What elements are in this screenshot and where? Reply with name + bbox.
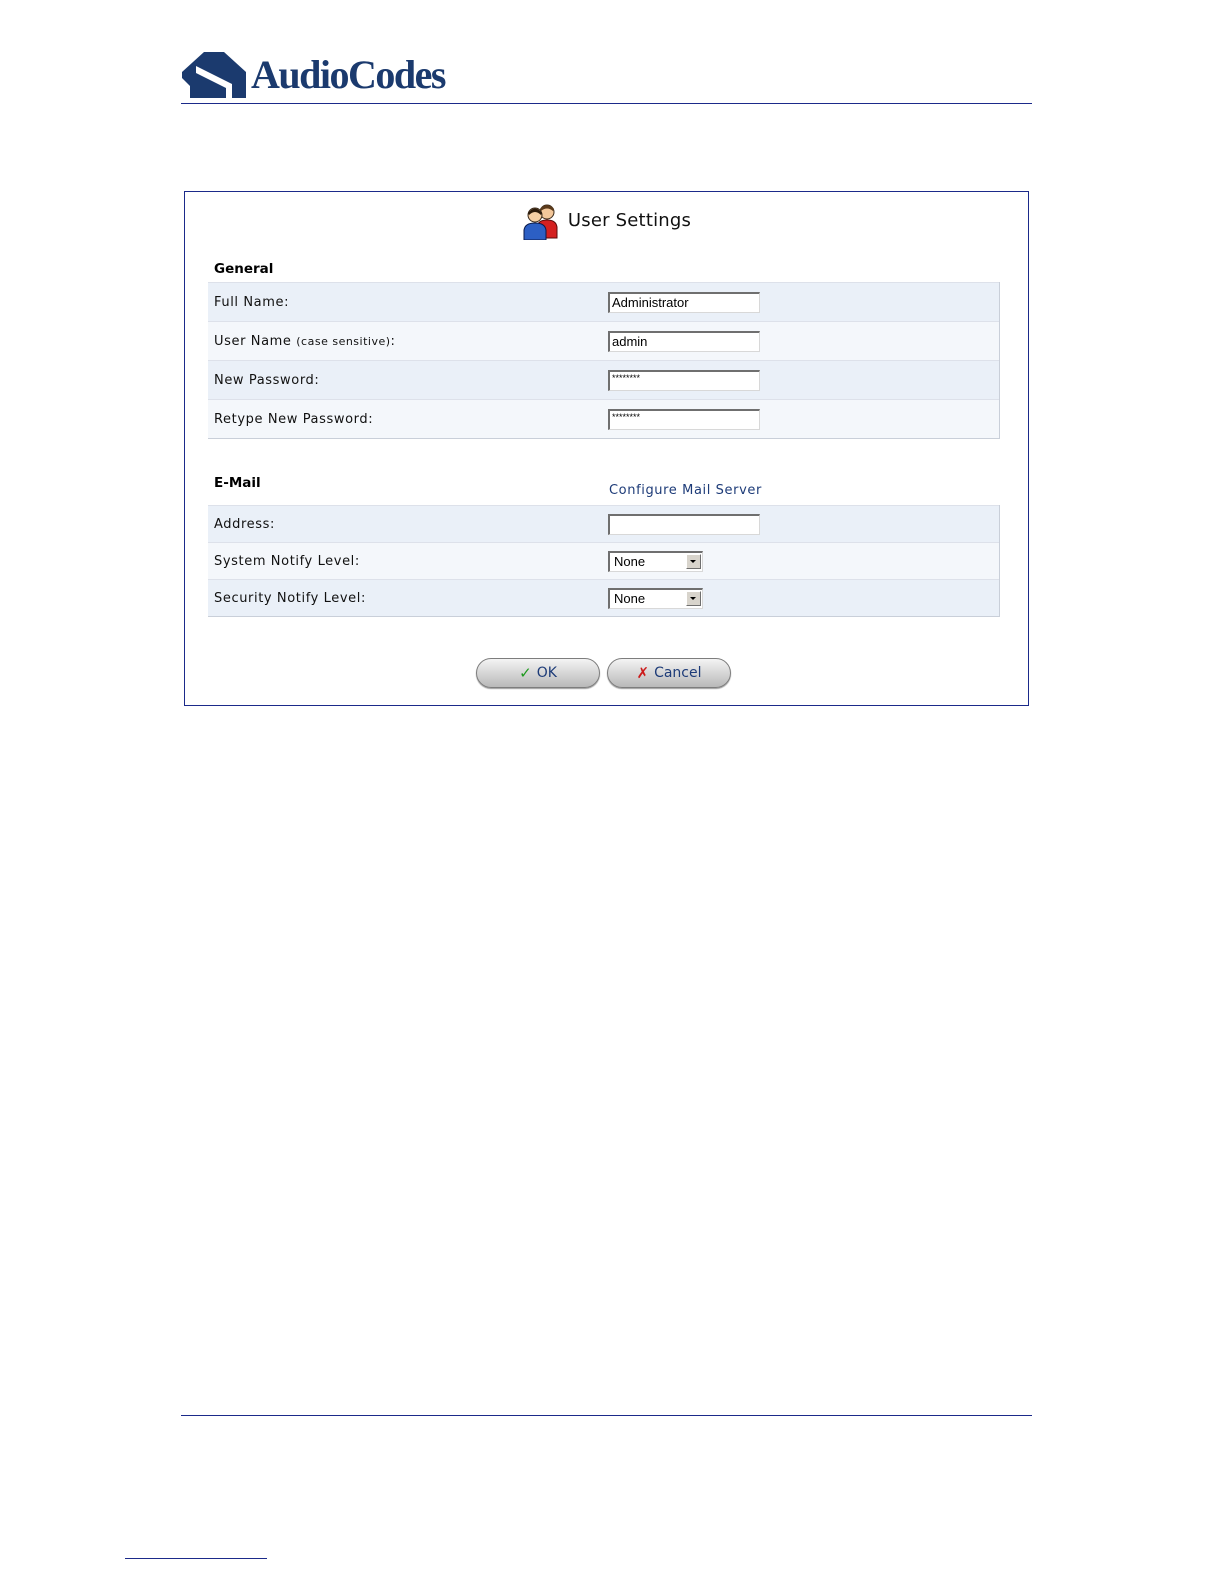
system-notify-value: None	[614, 553, 646, 569]
full-name-row: Full Name: Administrator	[208, 282, 999, 321]
security-notify-row: Security Notify Level: None	[208, 579, 999, 616]
audiocodes-logo-mark-icon	[182, 52, 246, 98]
new-password-row: New Password: ********	[208, 360, 999, 399]
retype-password-label: Retype New Password:	[214, 411, 374, 427]
email-table: Address: System Notify Level: None Secur…	[208, 505, 1000, 617]
user-name-colon: :	[390, 333, 396, 349]
user-name-row: User Name (case sensitive): admin	[208, 321, 999, 360]
check-icon: ✓	[519, 664, 532, 682]
ok-button[interactable]: ✓ OK	[476, 658, 600, 688]
security-notify-select[interactable]: None	[608, 587, 703, 609]
system-notify-label: System Notify Level:	[214, 553, 360, 569]
ok-button-label: OK	[536, 665, 557, 681]
logo-wordmark: AudioCodes	[251, 52, 446, 97]
address-label: Address:	[214, 516, 275, 532]
user-name-label: User Name (case sensitive):	[214, 334, 396, 349]
full-name-label: Full Name:	[214, 294, 290, 310]
email-address-input[interactable]	[608, 513, 760, 535]
page-title: User Settings	[567, 209, 692, 231]
security-notify-value: None	[614, 590, 646, 606]
cancel-button-label: Cancel	[654, 665, 702, 681]
case-sensitive-hint: (case sensitive)	[296, 334, 391, 348]
new-password-input[interactable]: ********	[608, 369, 760, 391]
system-notify-select[interactable]: None	[608, 550, 703, 572]
new-password-label: New Password:	[214, 372, 320, 388]
system-notify-row: System Notify Level: None	[208, 542, 999, 579]
header-rule	[181, 103, 1032, 104]
users-icon	[523, 204, 558, 240]
x-icon: ✗	[636, 664, 650, 682]
email-heading: E-Mail	[214, 475, 261, 491]
user-settings-panel: User Settings General Full Name: Adminis…	[184, 191, 1029, 706]
user-name-input[interactable]: admin	[608, 330, 760, 352]
retype-password-row: Retype New Password: ********	[208, 399, 999, 438]
address-row: Address:	[208, 505, 999, 542]
configure-mail-server-link[interactable]: Configure Mail Server	[609, 483, 762, 498]
general-table: Full Name: Administrator User Name (case…	[208, 282, 1000, 439]
audiocodes-logo: AudioCodes	[182, 52, 446, 98]
retype-password-input[interactable]: ********	[608, 408, 760, 430]
user-name-label-text: User Name	[214, 333, 292, 349]
security-notify-label: Security Notify Level:	[214, 590, 366, 606]
footnote-rule	[125, 1558, 267, 1559]
chevron-down-icon[interactable]	[686, 553, 701, 569]
footer-rule	[181, 1415, 1032, 1416]
title-bar: User Settings	[185, 200, 1028, 240]
chevron-down-icon[interactable]	[686, 590, 701, 606]
full-name-input[interactable]: Administrator	[608, 291, 760, 313]
cancel-button[interactable]: ✗ Cancel	[607, 658, 731, 688]
general-heading: General	[214, 261, 274, 277]
